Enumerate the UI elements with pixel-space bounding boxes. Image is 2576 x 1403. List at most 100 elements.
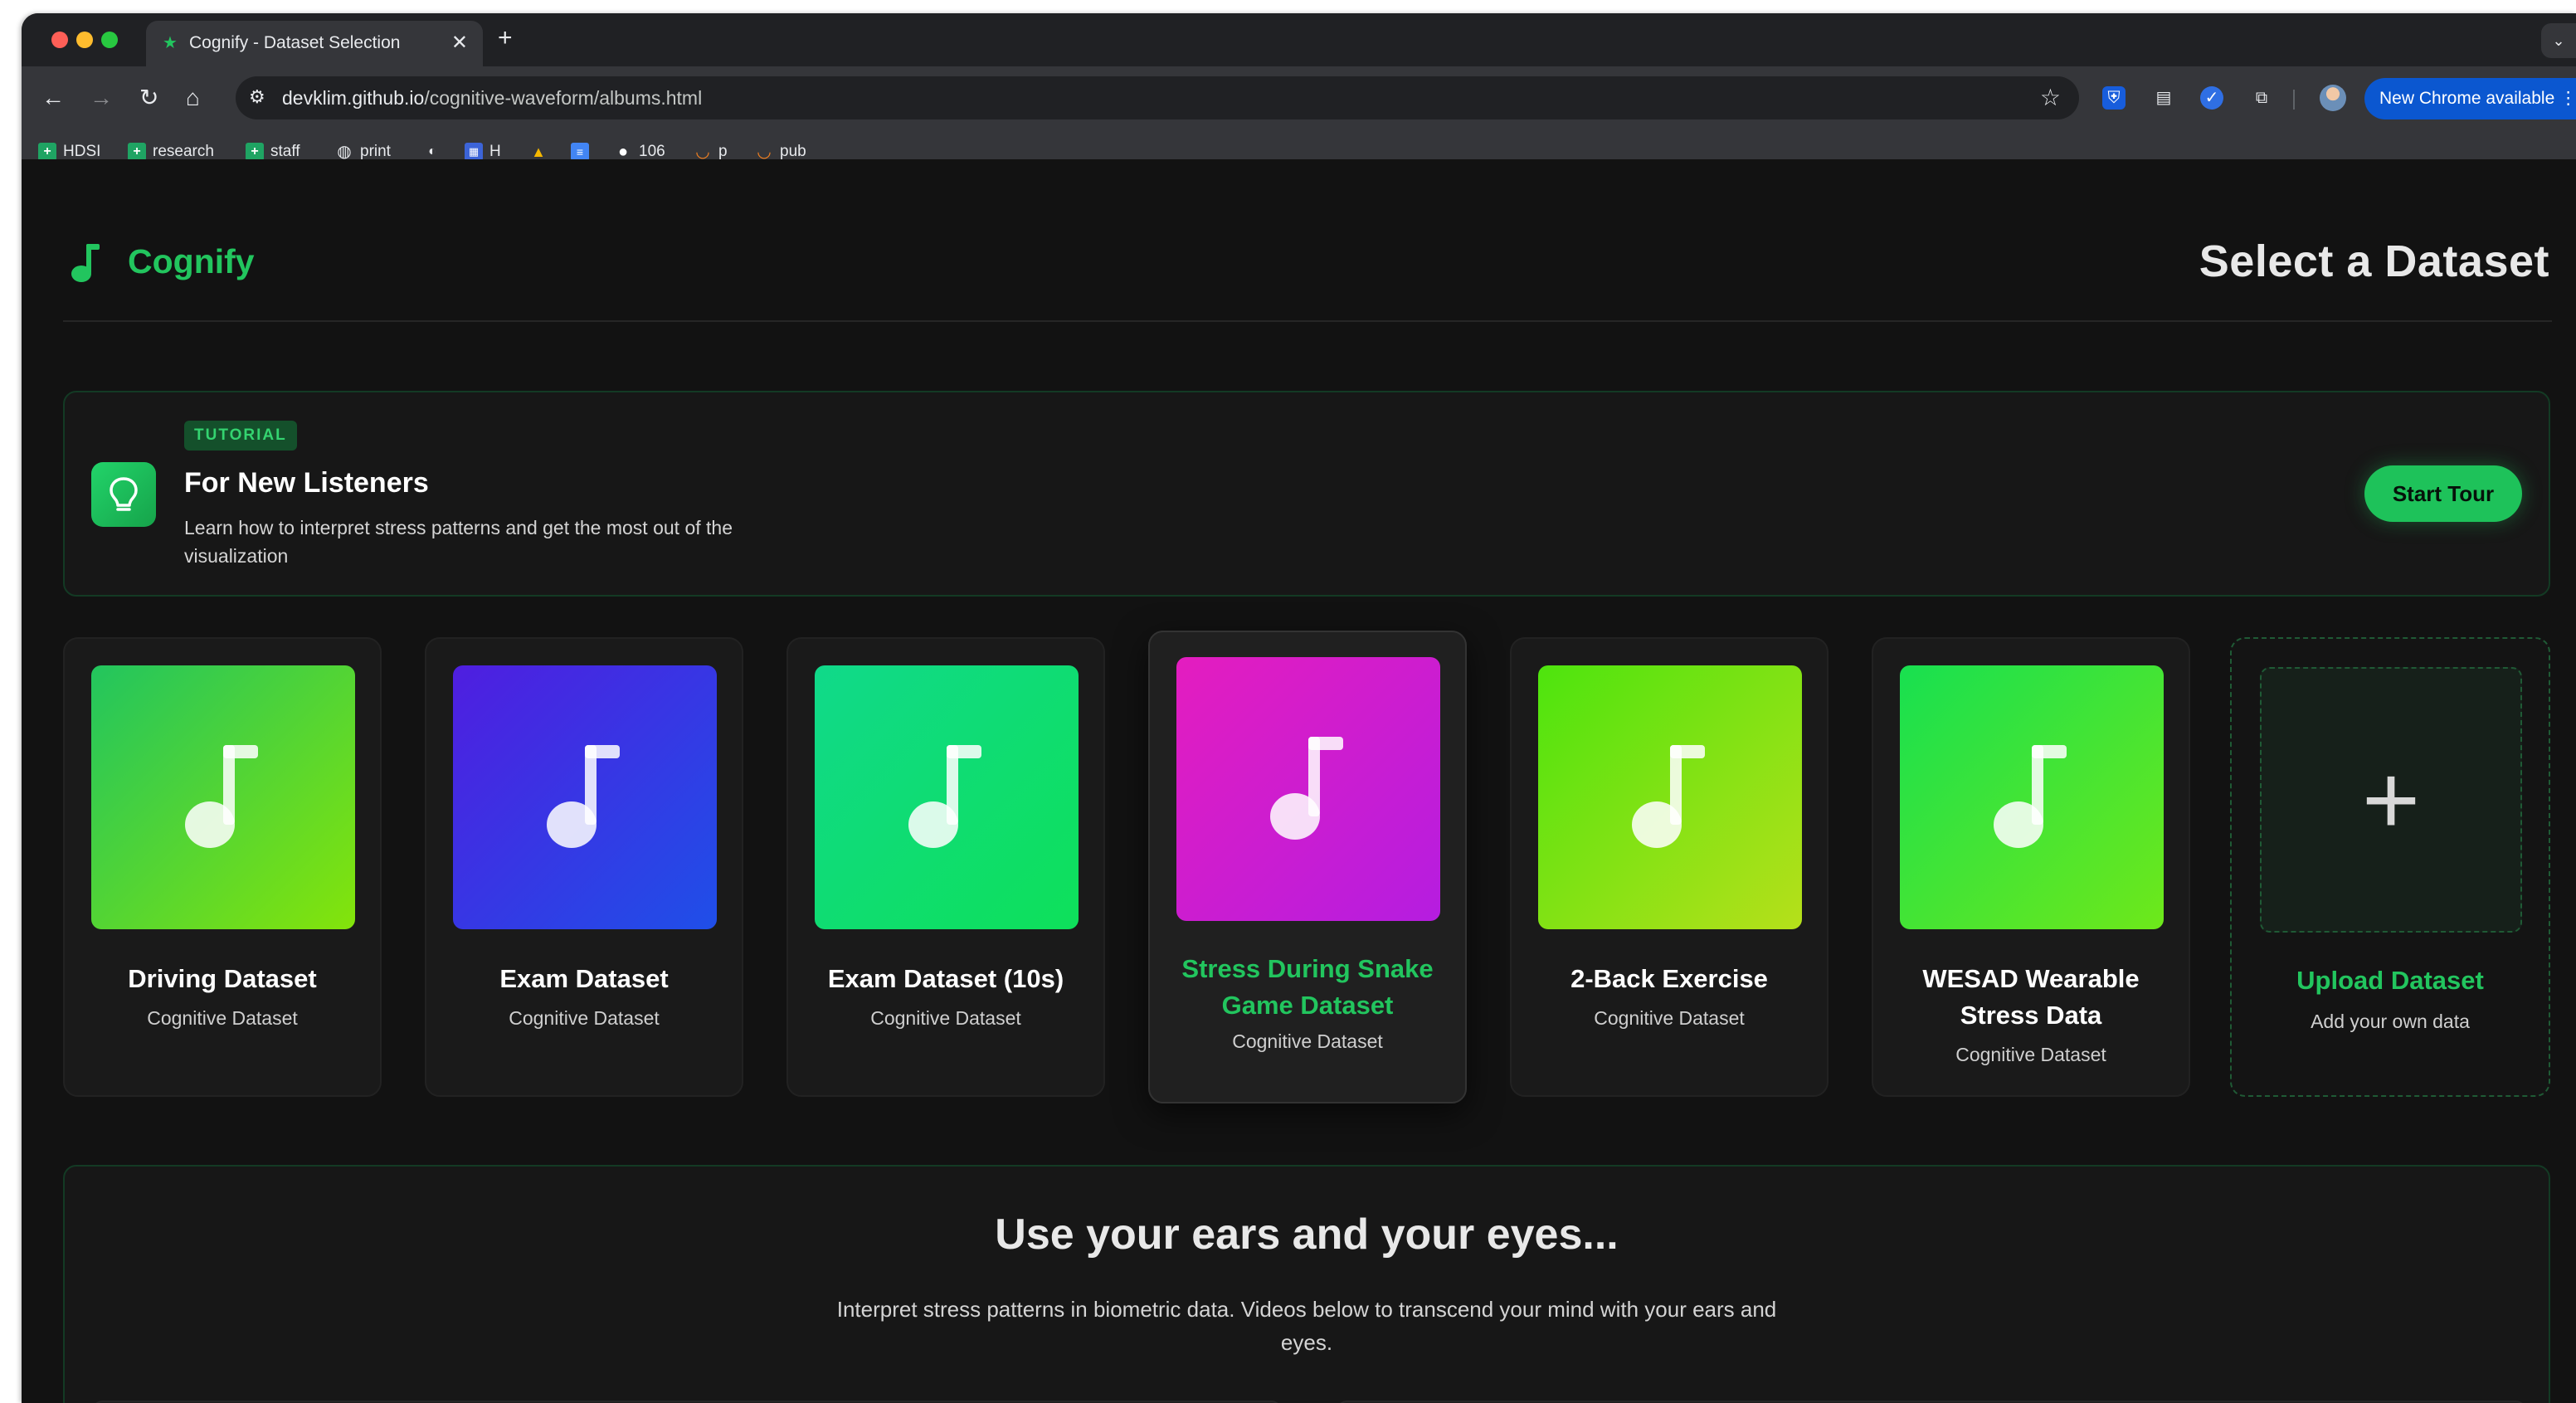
brand-logo[interactable]: Cognify [128,242,255,281]
dataset-subtitle: Cognitive Dataset [509,1007,660,1029]
lightbulb-icon [91,462,156,527]
dataset-title: 2-Back Exercise [1570,964,1768,993]
tab-search-button[interactable]: ⌄ [2541,23,2576,58]
new-tab-button[interactable]: + [498,25,513,51]
dataset-title: Driving Dataset [128,964,317,993]
site-info-icon[interactable]: ⚙ [249,86,265,108]
header-divider [63,320,2552,322]
bitwarden-extension-icon[interactable]: ⛨ [2102,86,2126,110]
sheets-icon: + [246,143,264,161]
music-note-icon [547,745,620,848]
album-cover [453,665,717,929]
upload-drop-zone[interactable]: + [2260,667,2522,933]
bookmark-github[interactable]: ● 106 [614,143,665,161]
bookmark-label: HDSI [63,143,101,160]
forward-icon[interactable]: → [90,86,113,110]
music-note-icon [1632,745,1705,848]
dataset-subtitle: Cognitive Dataset [1594,1007,1745,1029]
url-host: devklim.github.io [282,87,425,109]
dataset-title: WESAD Wearable Stress Data [1922,964,2140,1030]
bookmark-label: H [489,143,501,160]
album-cover [1538,665,1802,929]
tutorial-description: Learn how to interpret stress patterns a… [184,517,733,567]
check-extension-icon[interactable]: ✓ [2200,86,2223,110]
dataset-title: Exam Dataset [499,964,669,993]
learn-description: Interpret stress patterns in biometric d… [836,1297,1777,1355]
minimize-window-button[interactable] [76,32,93,48]
dataset-card-exam[interactable]: Exam Dataset Cognitive Dataset [425,637,743,1097]
dataset-subtitle: Cognitive Dataset [870,1007,1021,1029]
sheets-icon: + [38,143,56,161]
chrome-update-button[interactable]: New Chrome available ⋮ [2364,78,2576,119]
dataset-title: Exam Dataset (10s) [827,964,1064,993]
arc-icon: ◡ [695,143,710,161]
dataset-card-snake-game[interactable]: Stress During Snake Game Dataset Cogniti… [1148,631,1467,1103]
bookmark-label: pub [780,143,806,160]
tab-close-icon[interactable]: ✕ [451,31,468,55]
bookmark-label: 106 [639,143,665,160]
album-cover [1176,657,1440,921]
bookmark-label: print [360,143,391,160]
start-tour-button[interactable]: Start Tour [2364,465,2522,522]
plus-icon: + [2361,744,2421,855]
profile-avatar[interactable] [2320,85,2346,111]
album-cover [91,665,355,929]
url-text[interactable]: devklim.github.io/cognitive-waveform/alb… [282,87,702,110]
reload-icon[interactable]: ↻ [139,86,158,110]
music-note-icon [1270,737,1343,840]
dataset-card-wesad[interactable]: WESAD Wearable Stress Data Cognitive Dat… [1872,637,2190,1097]
bookmark-p[interactable]: ◡ p [694,143,728,161]
sheets-icon: + [128,143,146,161]
dataset-card-exam-10s[interactable]: Exam Dataset (10s) Cognitive Dataset [786,637,1105,1097]
extensions-puzzle-icon[interactable]: ⧉ [2250,86,2273,110]
dataset-subtitle: Cognitive Dataset [147,1007,298,1029]
bookmark-label: p [718,143,728,160]
dataset-card-2-back[interactable]: 2-Back Exercise Cognitive Dataset [1510,637,1829,1097]
tutorial-banner: TUTORIAL For New Listeners Learn how to … [63,391,2550,597]
address-bar[interactable]: ⚙ devklim.github.io/cognitive-waveform/a… [236,76,2079,119]
music-note-icon [185,745,258,848]
tab-strip: ★ Cognify - Dataset Selection ✕ + ⌄ [22,13,2576,66]
tutorial-badge: TUTORIAL [184,421,297,451]
favicon-icon: ★ [163,34,178,52]
bookmark-drive[interactable]: ▲ [529,143,548,161]
music-note-icon [908,745,981,848]
learn-title: Use your ears and your eyes... [995,1211,1619,1259]
upload-dataset-card[interactable]: + Upload Dataset Add your own data [2230,637,2550,1097]
bookmark-h[interactable]: ▦ H [465,143,501,161]
docs-icon: ≡ [571,143,589,161]
home-icon[interactable]: ⌂ [186,86,200,110]
dataset-subtitle: Cognitive Dataset [1955,1044,2106,1065]
music-note-icon [1994,745,2067,848]
bookmark-docs[interactable]: ≡ [571,143,589,161]
bookmark-hdsi[interactable]: + HDSI [38,143,100,161]
close-window-button[interactable] [51,32,68,48]
upload-subtitle: Add your own data [2311,1011,2470,1032]
bookmark-pub[interactable]: ◡ pub [755,143,806,161]
url-path: /cognitive-waveform/albums.html [424,87,703,109]
dataset-subtitle: Cognitive Dataset [1232,1030,1383,1052]
grid-icon: ▦ [465,143,483,161]
upload-title: Upload Dataset [2296,966,2484,995]
bookmark-staff[interactable]: + staff [246,143,300,161]
bookmark-print[interactable]: ◍ print [335,143,391,161]
dataset-title: Stress During Snake Game Dataset [1181,954,1434,1020]
globe-icon: ◍ [337,143,352,161]
bookmark-research[interactable]: + research [128,143,214,161]
bookmark-shield[interactable]: ◐ [423,143,441,161]
browser-tab[interactable]: ★ Cognify - Dataset Selection ✕ [146,21,483,66]
maximize-window-button[interactable] [101,32,118,48]
github-icon: ● [617,143,629,161]
toolbar-divider [2293,90,2295,110]
learn-section: Use your ears and your eyes... Interpret… [63,1165,2550,1403]
arc-icon: ◡ [757,143,772,161]
bookmark-star-icon[interactable]: ☆ [2040,84,2061,111]
update-label: New Chrome available [2379,89,2555,108]
drive-icon: ▲ [531,144,546,160]
back-icon[interactable]: ← [41,86,65,110]
browser-window: ★ Cognify - Dataset Selection ✕ + ⌄ ← → … [22,13,2576,1403]
tutorial-title: For New Listeners [184,467,429,499]
page-content: Cognify Select a Dataset TUTORIAL For Ne… [22,159,2576,1403]
dataset-card-driving[interactable]: Driving Dataset Cognitive Dataset [63,637,382,1097]
document-extension-icon[interactable]: ▤ [2152,86,2175,110]
